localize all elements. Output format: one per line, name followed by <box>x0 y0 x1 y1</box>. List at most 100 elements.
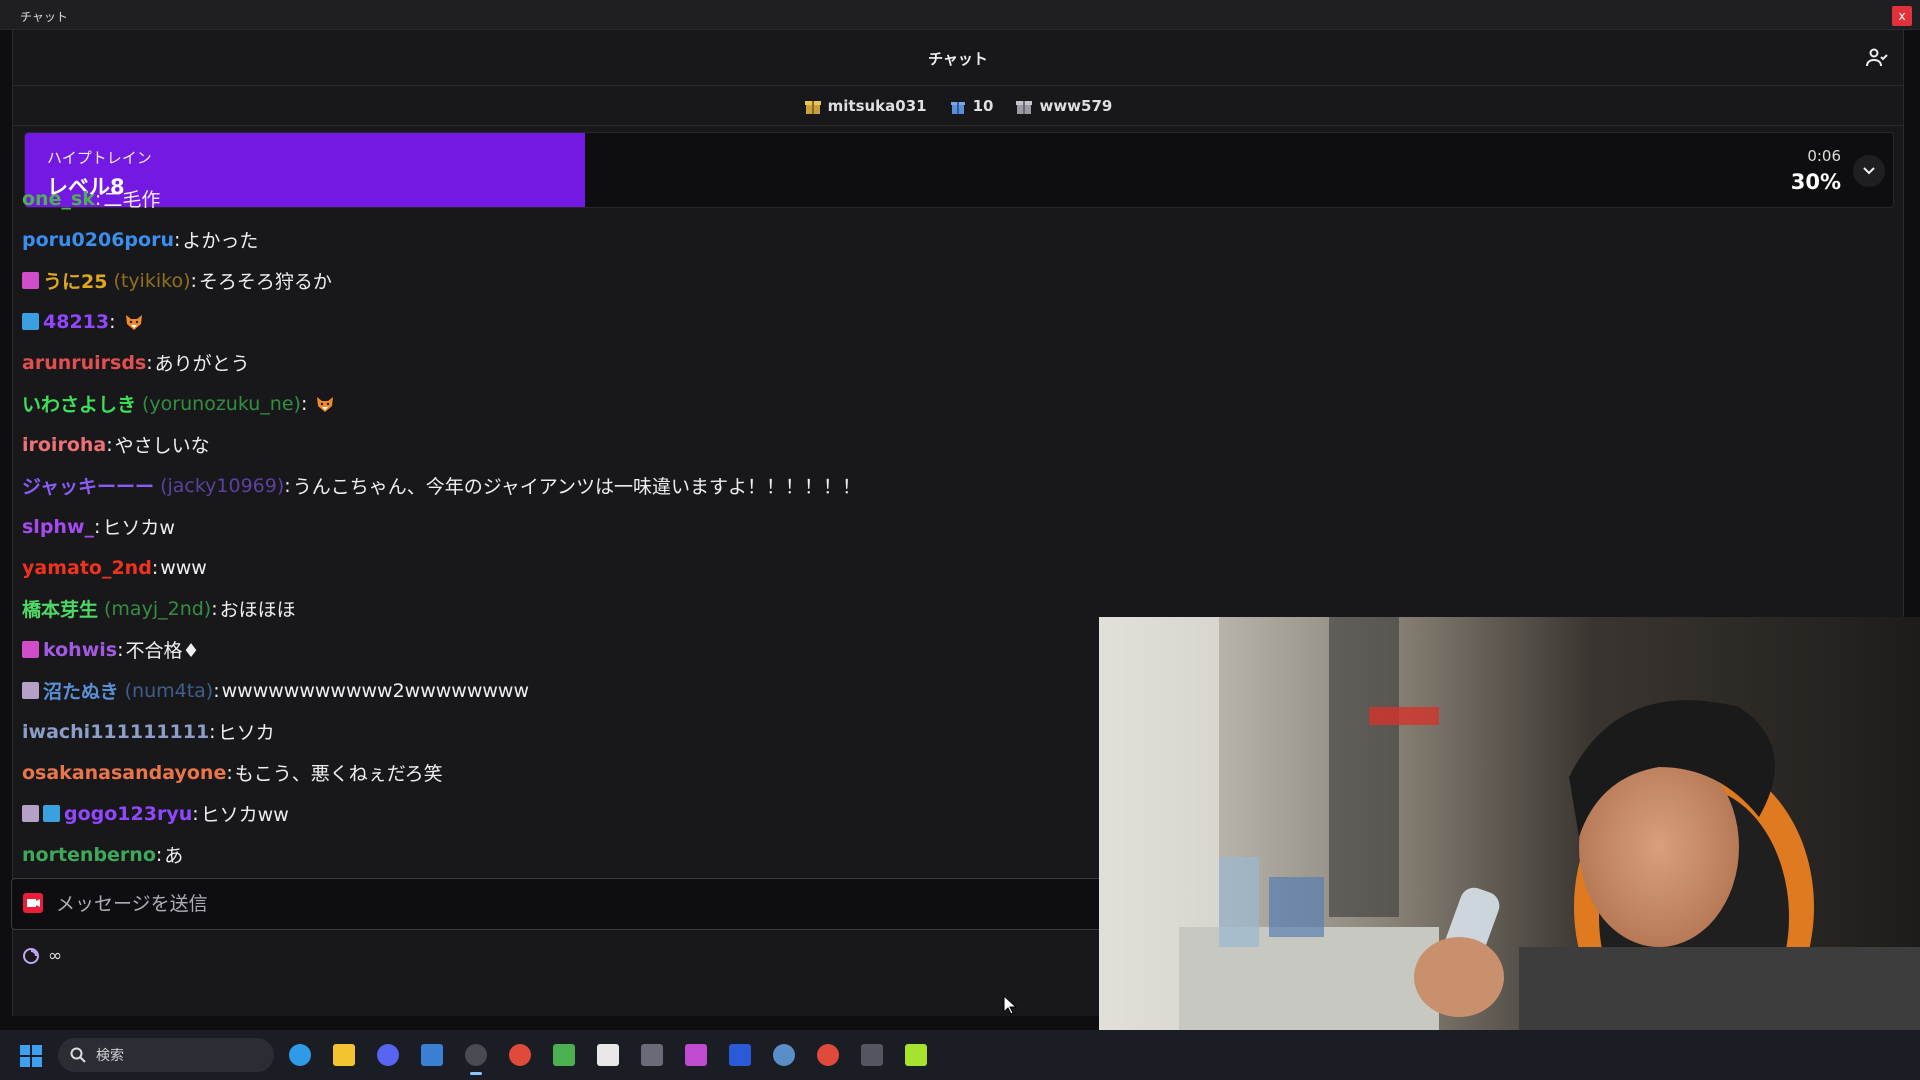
notepad-icon[interactable] <box>416 1039 448 1071</box>
close-button[interactable]: x <box>1892 6 1912 26</box>
community-icon[interactable] <box>1865 46 1889 70</box>
chat-message-text: ヒソカ <box>217 722 275 744</box>
chat-login-name[interactable]: (mayj_2nd) <box>104 598 211 620</box>
chat-login-name[interactable]: (jacky10969) <box>160 475 284 497</box>
capcut-icon[interactable] <box>592 1039 624 1071</box>
gift-second[interactable]: www579 <box>1015 97 1112 115</box>
minecraft-icon[interactable] <box>548 1039 580 1071</box>
windows-start-icon[interactable] <box>20 1045 42 1067</box>
user-badge-icon[interactable] <box>22 805 39 822</box>
chrome-icon[interactable] <box>812 1039 844 1071</box>
mouse-cursor-icon <box>1003 995 1017 1015</box>
chat-username[interactable]: 橋本芽生 <box>22 595 98 622</box>
steam-icon-glyph <box>773 1044 795 1066</box>
user-badge-icon[interactable] <box>22 641 39 658</box>
chat-message-input[interactable] <box>56 887 856 921</box>
chat-username[interactable]: iwachi111111111 <box>22 721 209 743</box>
chat-separator: : <box>109 310 116 333</box>
chat-separator: : <box>190 269 197 292</box>
chat-message: arunruirsds: ありがとう <box>22 342 1102 383</box>
fox-emote[interactable] <box>315 394 335 414</box>
obs-icon[interactable] <box>460 1039 492 1075</box>
chat-username[interactable]: yamato_2nd <box>22 557 152 579</box>
user-badge-icon[interactable] <box>22 682 39 699</box>
chevron-down-icon <box>1863 167 1875 175</box>
chat-username[interactable]: iroiroha <box>22 434 106 456</box>
chat-username[interactable]: arunruirsds <box>22 352 146 374</box>
obs-icon-glyph <box>465 1044 487 1066</box>
chat-header: チャット <box>13 30 1903 86</box>
chat-message-text: 不合格♦ <box>125 640 200 662</box>
chat-message: nortenberno: あ <box>22 834 1102 875</box>
chat-message-text: wwwwwwwwwww2wwwwwwww <box>221 679 529 702</box>
channel-points-row[interactable]: ∞ <box>22 946 62 966</box>
chat-message: いわさよしき (yorunozuku_ne): <box>22 383 1102 424</box>
user-badge-icon[interactable] <box>22 272 39 289</box>
chat-username[interactable]: nortenberno <box>22 844 156 866</box>
davinci-icon[interactable] <box>680 1039 712 1071</box>
chat-username[interactable]: osakanasandayone <box>22 762 226 784</box>
edge-icon[interactable] <box>284 1039 316 1071</box>
chat-username[interactable]: slphw_ <box>22 516 94 538</box>
chat-separator: : <box>155 843 163 866</box>
gift-count[interactable]: 10 <box>949 96 994 115</box>
chat-message: yamato_2nd: www <box>22 547 1102 588</box>
chat-separator: : <box>300 392 308 415</box>
chat-message-text: ヒソカww <box>200 804 289 826</box>
chat-message: iwachi111111111: ヒソカ <box>22 711 1102 752</box>
steam-icon[interactable] <box>768 1039 800 1071</box>
chat-message: 沼たぬき (num4ta): wwwwwwwwwww2wwwwwwww <box>22 670 1102 711</box>
chat-message-text: うんこちゃん、今年のジャイアンツは一味違いますよ！！！！！！ <box>292 476 861 498</box>
gift-second-name: www579 <box>1039 96 1113 115</box>
chrome-icon-glyph <box>509 1044 531 1066</box>
chat-username[interactable]: poru0206poru <box>22 229 174 251</box>
chat-separator: : <box>106 433 113 456</box>
channel-points-value: ∞ <box>48 946 63 966</box>
chat-message: iroiroha: やさしいな <box>22 424 1102 465</box>
chat-username[interactable]: いわさよしき <box>22 390 136 417</box>
chat-separator: : <box>151 556 159 579</box>
streamer-icon[interactable] <box>900 1039 932 1071</box>
keyboard-icon[interactable] <box>636 1039 668 1071</box>
chat-message-text: ヒソカw <box>102 517 175 539</box>
file-explorer-icon[interactable] <box>328 1039 360 1071</box>
chat-username[interactable]: うに25 <box>43 267 107 294</box>
chat-login-name[interactable]: (tyikiko) <box>113 270 190 292</box>
video-icon[interactable] <box>22 892 44 914</box>
discord-icon[interactable] <box>372 1039 404 1071</box>
user-badge-icon[interactable] <box>22 313 39 330</box>
chat-message: poru0206poru: よかった <box>22 219 1102 260</box>
taskbar-search[interactable]: 検索 <box>58 1038 274 1072</box>
chrome-icon[interactable] <box>504 1039 536 1071</box>
chat-username[interactable]: one_sk <box>22 188 95 210</box>
chat-username[interactable]: ジャッキーーー <box>22 472 154 499</box>
chat-username[interactable]: 48213 <box>43 311 109 333</box>
chat-username[interactable]: 沼たぬき <box>43 677 119 704</box>
chat-username[interactable]: gogo123ryu <box>64 803 192 825</box>
fox-emote[interactable] <box>124 312 144 332</box>
gift-count-value: 10 <box>972 96 994 115</box>
chat-message: slphw_: ヒソカw <box>22 506 1102 547</box>
discord-icon-glyph <box>377 1044 399 1066</box>
chat-message-text: あ <box>164 845 184 867</box>
davinci-icon-glyph <box>685 1044 707 1066</box>
chat-separator: : <box>94 187 102 210</box>
unc-icon[interactable] <box>856 1039 888 1071</box>
chat-message: osakanasandayone: もこう、悪くねぇだろ笑 <box>22 752 1102 793</box>
chat-title: チャット <box>928 50 988 68</box>
expand-button[interactable] <box>1853 155 1885 187</box>
capcut-icon-glyph <box>597 1044 619 1066</box>
window-titlebar: チャット x <box>0 0 1920 30</box>
chat-login-name[interactable]: (num4ta) <box>125 680 214 702</box>
search-icon <box>70 1047 86 1063</box>
chat-username[interactable]: kohwis <box>43 639 117 661</box>
user-badge-icon[interactable] <box>43 805 60 822</box>
chat-message-text: www <box>160 556 207 579</box>
gift-leader[interactable]: mitsuka031 <box>804 97 927 115</box>
minecraft-icon-glyph <box>553 1044 575 1066</box>
chat-login-name[interactable]: (yorunozuku_ne) <box>142 393 301 415</box>
channel-points-icon <box>23 948 39 964</box>
chat-message: 橋本芽生 (mayj_2nd): おほほほ <box>22 588 1102 629</box>
display-icon[interactable] <box>724 1039 756 1071</box>
chat-message-text: よかった <box>182 230 259 252</box>
